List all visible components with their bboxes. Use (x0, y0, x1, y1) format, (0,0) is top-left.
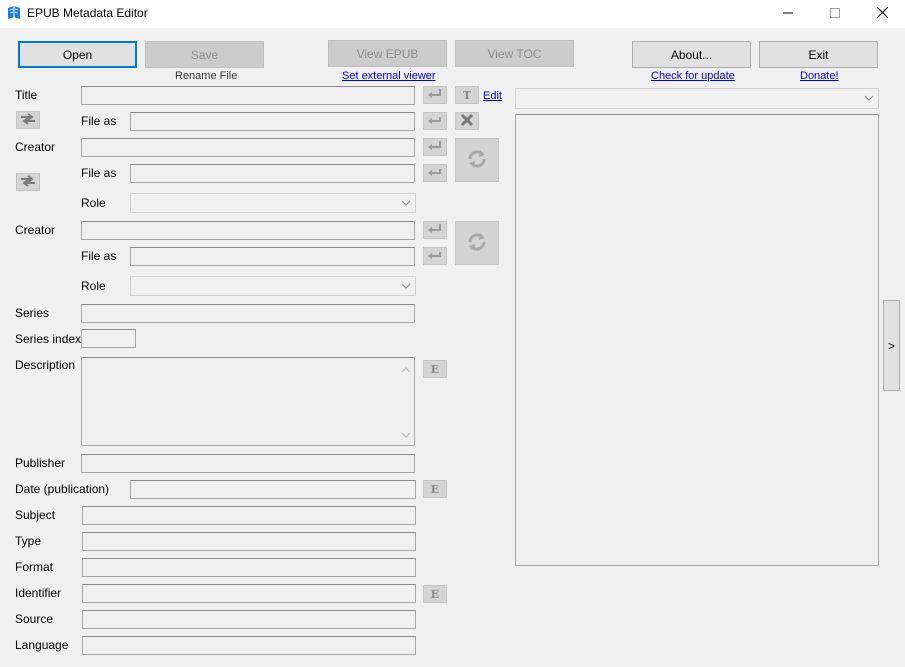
creator2-input[interactable] (81, 221, 415, 240)
publisher-label: Publisher (15, 456, 66, 470)
creator1-input[interactable] (81, 138, 415, 157)
t-button-label: T (462, 88, 472, 102)
exit-button[interactable]: Exit (759, 41, 878, 68)
cover-image-panel[interactable] (515, 114, 879, 566)
e-button-label: E (430, 482, 440, 496)
series-label: Series (15, 306, 50, 320)
description-textarea[interactable] (81, 357, 415, 446)
format-input[interactable] (82, 558, 416, 577)
scroll-down-icon[interactable] (401, 428, 411, 442)
window-title: EPUB Metadata Editor (27, 6, 148, 20)
creator1-file-as-input[interactable] (130, 164, 415, 183)
title-copy-button[interactable] (423, 86, 447, 104)
series-index-label: Series index (15, 332, 82, 346)
date-label: Date (publication) (15, 482, 110, 496)
swap-title-creator-button[interactable] (16, 111, 40, 129)
subject-input[interactable] (82, 506, 416, 525)
edit-link[interactable]: Edit (483, 90, 502, 102)
identifier-input[interactable] (82, 584, 416, 603)
creator2-role-label: Role (81, 279, 106, 293)
about-button[interactable]: About... (632, 41, 751, 68)
swap-arrows-icon (19, 112, 37, 128)
rotate-arrows-icon (466, 149, 488, 172)
e-button-label: E (430, 362, 440, 376)
close-icon (876, 6, 888, 21)
maximize-button[interactable] (812, 0, 858, 28)
swap-creators-button[interactable] (455, 138, 499, 182)
view-epub-button[interactable]: View EPUB (328, 40, 447, 67)
creator2-file-as-input[interactable] (130, 247, 415, 266)
title-file-as-input[interactable] (130, 112, 415, 131)
set-external-viewer-link[interactable]: Set external viewer (342, 70, 436, 82)
creator1-role-select[interactable] (130, 193, 416, 213)
chevron-down-icon (401, 280, 411, 294)
format-label: Format (15, 560, 54, 574)
save-button[interactable]: Save (145, 41, 264, 68)
identifier-edit-button[interactable]: E (423, 585, 447, 603)
x-icon (459, 113, 475, 129)
subject-label: Subject (15, 508, 56, 522)
creator2-copy-button[interactable] (423, 221, 447, 239)
open-button[interactable]: Open (18, 41, 137, 68)
chevron-down-icon (864, 92, 874, 106)
type-label: Type (15, 534, 42, 548)
swap-creator-fileas-button[interactable] (16, 173, 40, 191)
date-edit-button[interactable]: E (423, 480, 447, 498)
title-input[interactable] (81, 86, 415, 105)
cover-select[interactable] (515, 88, 879, 109)
enter-arrow-icon (427, 88, 443, 103)
rotate-arrows-icon (466, 232, 488, 255)
swap-arrows-icon (19, 174, 37, 190)
description-label: Description (15, 358, 76, 372)
title-label: Title (15, 88, 38, 102)
creator1-copy-button[interactable] (423, 138, 447, 156)
arrow-left-icon (427, 166, 443, 181)
creator2-file-as-copy-button[interactable] (423, 247, 447, 265)
enter-arrow-icon (427, 223, 443, 238)
creator1-file-as-copy-button[interactable] (423, 164, 447, 182)
series-input[interactable] (81, 304, 415, 323)
arrow-left-icon (427, 114, 443, 129)
type-input[interactable] (82, 532, 416, 551)
language-input[interactable] (82, 636, 416, 655)
scroll-up-icon[interactable] (401, 363, 411, 377)
swap-creators2-button[interactable] (455, 221, 499, 265)
source-input[interactable] (82, 610, 416, 629)
creator1-file-as-label: File as (81, 166, 117, 180)
rename-file-label[interactable]: Rename File (175, 70, 237, 82)
title-file-as-copy-button[interactable] (423, 112, 447, 130)
chevron-down-icon (401, 197, 411, 211)
publisher-input[interactable] (81, 454, 415, 473)
e-button-label: E (430, 587, 440, 601)
clear-title-button[interactable] (455, 112, 479, 130)
maximize-icon (830, 7, 840, 21)
close-button[interactable] (859, 0, 905, 28)
identifier-label: Identifier (15, 586, 62, 600)
language-label: Language (15, 638, 69, 652)
arrow-left-icon (427, 249, 443, 264)
book-icon (6, 5, 22, 21)
donate-link[interactable]: Donate! (800, 70, 839, 82)
view-toc-button[interactable]: View TOC (455, 40, 574, 67)
minimize-icon (783, 7, 793, 21)
creator1-label: Creator (15, 140, 56, 154)
creator1-role-label: Role (81, 196, 106, 210)
title-case-button[interactable]: T (455, 86, 479, 104)
creator2-role-select[interactable] (130, 276, 416, 296)
title-file-as-label: File as (81, 114, 117, 128)
check-update-link[interactable]: Check for update (651, 70, 735, 82)
source-label: Source (15, 612, 54, 626)
expand-panel-button[interactable]: > (883, 300, 900, 391)
series-index-input[interactable] (81, 329, 136, 348)
enter-arrow-icon (427, 140, 443, 155)
minimize-button[interactable] (765, 0, 811, 28)
date-input[interactable] (130, 480, 416, 499)
creator2-label: Creator (15, 223, 56, 237)
creator2-file-as-label: File as (81, 249, 117, 263)
description-edit-button[interactable]: E (423, 360, 447, 378)
